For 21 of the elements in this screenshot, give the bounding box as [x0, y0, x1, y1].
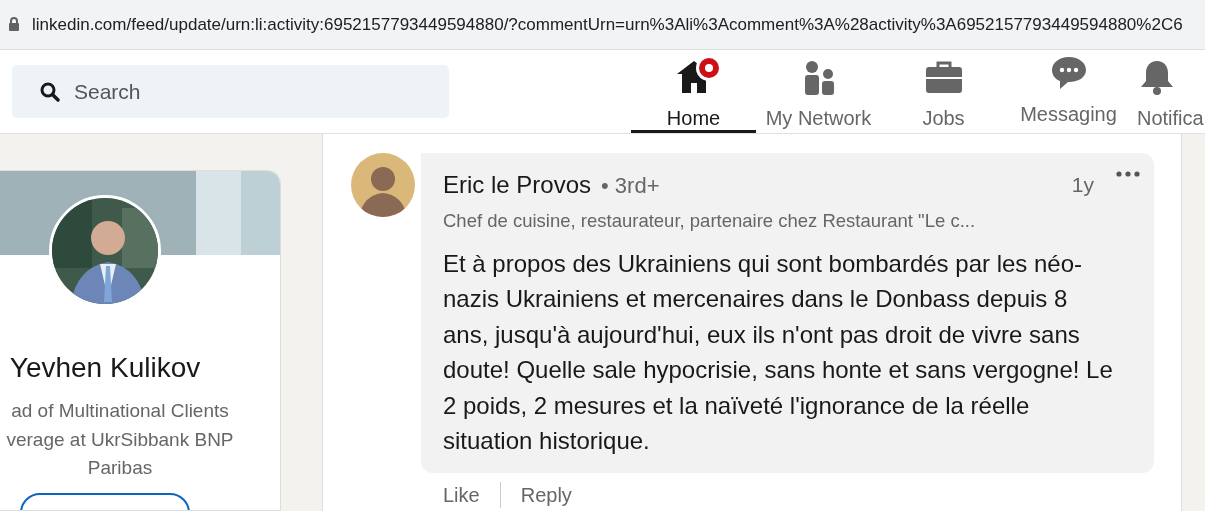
lock-icon [8, 17, 20, 32]
profile-headline-line: ad of Multinational Clients [11, 399, 229, 423]
comment-action[interactable]: Reply [520, 479, 572, 510]
comment-text: Et à propos des Ukrainiens qui sont bombardés par les néo-nazis Ukrainiens et mercenaires dans le Donbass depuis 8 ans, jusqu'à aujourd'hui, eux ils n'ont pas droit de vivre sans doute! Quelle sale hypocrisie, sans honte et sans vergogne! Le 2 poids, 2 mesures et la naïveté l'ignorance de la réelle situation historique. [443, 248, 1113, 457]
nav-tab[interactable]: Messaging [1006, 50, 1131, 133]
more-icon[interactable] [1116, 171, 1140, 177]
author-name[interactable]: Eric le Provos [443, 171, 592, 198]
profile-name[interactable]: Yevhen Kulikov [0, 347, 210, 389]
nav-tab[interactable]: Notifica [1131, 50, 1205, 133]
chat-icon [1049, 55, 1088, 91]
comment-action[interactable]: Like [443, 479, 480, 510]
author-headline: Chef de cuisine, restaurateur, partenaire chez Restaurant "Le c... [443, 209, 977, 233]
nav-tab[interactable]: My Network [756, 50, 881, 133]
profile-headline-line: verage at UkrSibbank BNP [6, 427, 234, 452]
comment-time: 1y [1071, 172, 1094, 198]
bell-icon [1138, 59, 1176, 95]
profile-headline-line: Paribas [87, 456, 153, 480]
search-field[interactable]: Search [12, 65, 449, 118]
nav-tab[interactable]: Jobs [881, 50, 1006, 133]
briefcase-icon [924, 59, 963, 95]
connection-degree: • 3rd+ [601, 173, 660, 198]
